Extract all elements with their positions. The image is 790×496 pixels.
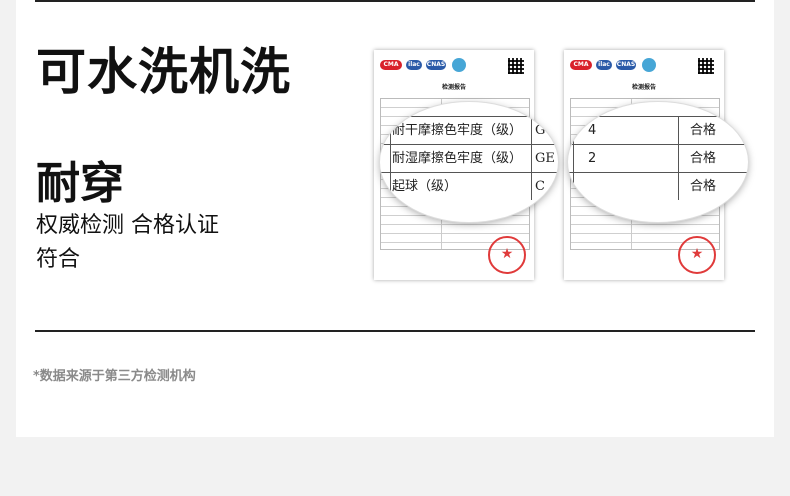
qr-code-icon [698, 58, 714, 74]
cma-logo-icon: CMA [570, 60, 592, 70]
row-value: 2 [588, 151, 597, 166]
row-result: 合格 [690, 123, 717, 138]
magnified-row: 合格 [568, 172, 748, 201]
row-standard: GE [535, 151, 555, 166]
source-note: *数据来源于第三方检测机构 [33, 369, 196, 384]
cnas-logo-icon: CNAS [616, 60, 636, 70]
table-divider [390, 116, 391, 200]
report-title: 检测报告 [441, 84, 466, 91]
subheadline: 耐穿 [36, 158, 124, 209]
seal-logo-icon [452, 58, 466, 72]
official-stamp-icon: ★ [678, 236, 716, 274]
row-value: 4 [588, 123, 597, 138]
report-title: 检测报告 [631, 84, 656, 91]
magnified-row: 4 合格 [568, 116, 748, 145]
row-label: 耐湿摩擦色牢度（级） [392, 151, 523, 166]
headline: 可水洗机洗 [36, 43, 291, 101]
compliance-line: 符合 [36, 247, 81, 272]
table-divider [531, 116, 532, 200]
qr-code-icon [508, 58, 524, 74]
ilac-logo-icon: ilac [596, 60, 612, 70]
row-standard: C [535, 179, 545, 194]
section-divider [35, 330, 755, 332]
magnifier-right: 4 合格 2 合格 合格 [568, 102, 748, 222]
cnas-logo-icon: CNAS [426, 60, 446, 70]
magnified-row: 2 合格 [568, 144, 748, 173]
certification-line: 权威检测 合格认证 [36, 213, 219, 238]
row-result: 合格 [690, 151, 717, 166]
ilac-logo-icon: ilac [406, 60, 422, 70]
table-divider [678, 116, 679, 200]
row-result: 合格 [690, 179, 717, 194]
magnifier-left: 耐干摩擦色牢度（级） G 耐湿摩擦色牢度（级） GE 起球（级） C [380, 102, 558, 222]
top-divider [35, 0, 755, 2]
row-label: 起球（级） [392, 179, 458, 194]
official-stamp-icon: ★ [488, 236, 526, 274]
seal-logo-icon [642, 58, 656, 72]
cma-logo-icon: CMA [380, 60, 402, 70]
row-label: 耐干摩擦色牢度（级） [392, 123, 523, 138]
table-divider [573, 116, 574, 200]
row-standard: G [535, 123, 546, 138]
